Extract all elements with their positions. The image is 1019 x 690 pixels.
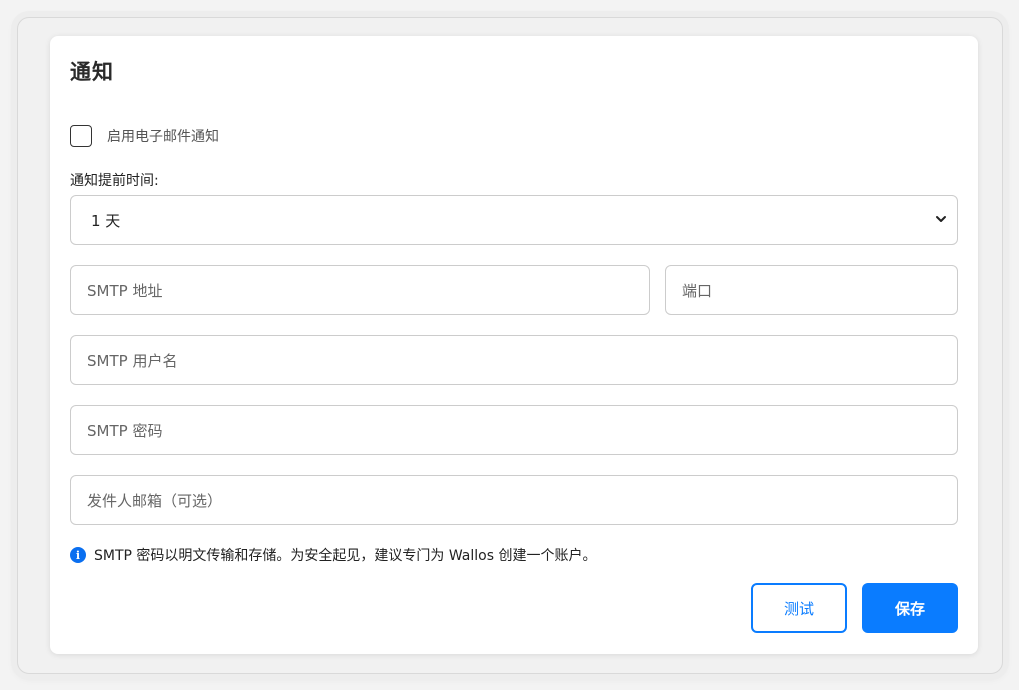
port-placeholder: 端口 [682, 281, 713, 300]
enable-email-label[interactable]: 启用电子邮件通知 [107, 126, 219, 146]
info-icon: i [70, 547, 86, 563]
days-before-value: 1 天 [91, 211, 121, 230]
smtp-password-input[interactable]: SMTP 密码 [70, 405, 958, 455]
smtp-address-input[interactable]: SMTP 地址 [70, 265, 650, 315]
enable-email-checkbox[interactable] [70, 125, 92, 147]
smtp-address-placeholder: SMTP 地址 [87, 281, 163, 300]
days-before-select[interactable]: 1 天 [70, 195, 958, 245]
smtp-password-placeholder: SMTP 密码 [87, 421, 163, 440]
info-text: SMTP 密码以明文传输和存储。为安全起见，建议专门为 Wallos 创建一个账… [94, 548, 597, 564]
from-email-input[interactable]: 发件人邮箱（可选） [70, 475, 958, 525]
port-input[interactable]: 端口 [665, 265, 958, 315]
save-button[interactable]: 保存 [862, 583, 958, 633]
smtp-username-input[interactable]: SMTP 用户名 [70, 335, 958, 385]
enable-email-row: 启用电子邮件通知 [70, 123, 219, 149]
test-button[interactable]: 测试 [751, 583, 847, 633]
days-before-label: 通知提前时间: [70, 173, 159, 189]
chevron-down-icon [936, 216, 946, 222]
info-note: i SMTP 密码以明文传输和存储。为安全起见，建议专门为 Wallos 创建一… [70, 545, 596, 565]
page-title: 通知 [70, 60, 114, 84]
smtp-username-placeholder: SMTP 用户名 [87, 351, 178, 370]
from-email-placeholder: 发件人邮箱（可选） [87, 491, 223, 510]
notification-card: 通知 启用电子邮件通知 通知提前时间: 1 天 SMTP 地址 端口 SMTP … [50, 36, 978, 654]
